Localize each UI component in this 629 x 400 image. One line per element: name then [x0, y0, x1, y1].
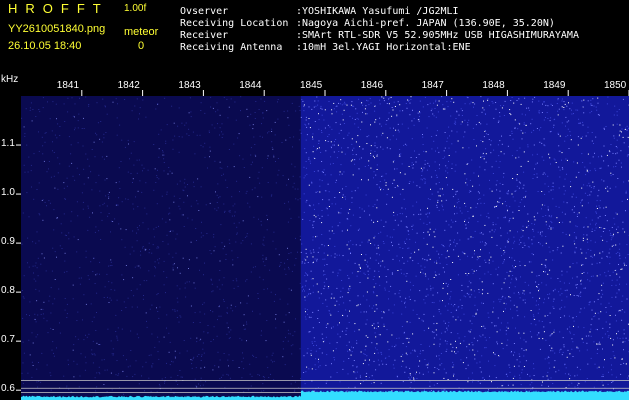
time-tick-label-1: 1842 [117, 80, 140, 91]
time-tick-label-6: 1847 [421, 80, 444, 91]
frequency-tick-label-2: 0.9 [1, 236, 15, 248]
time-tick-label-8: 1849 [543, 80, 566, 91]
frequency-ticks [16, 144, 21, 391]
frequency-tick-label-3: 0.8 [1, 285, 15, 297]
time-tick-label-7: 1848 [482, 80, 505, 91]
spectrogram-background-active [300, 96, 629, 400]
time-tick-label-4: 1845 [300, 80, 323, 91]
hrofft-window: HROFFT 1.00f YY2610051840.png 26.10.05 1… [0, 0, 629, 400]
time-tick-label-0: 1841 [56, 80, 80, 91]
frequency-tick-label-4: 0.7 [1, 334, 15, 346]
spectrogram [16, 90, 629, 400]
frequency-tick-label-0: 1.1 [1, 138, 15, 150]
frequency-tick-label-1: 1.0 [1, 187, 15, 199]
spectrum-trace-active [301, 390, 629, 400]
spectrogram-background-gap [21, 96, 301, 400]
time-tick-label-9: 1850 [604, 80, 627, 91]
frequency-tick-label-5: 0.6 [1, 383, 15, 395]
time-tick-label-5: 1846 [360, 80, 384, 91]
time-tick-label-3: 1844 [239, 80, 262, 91]
time-tick-label-2: 1843 [178, 80, 201, 91]
